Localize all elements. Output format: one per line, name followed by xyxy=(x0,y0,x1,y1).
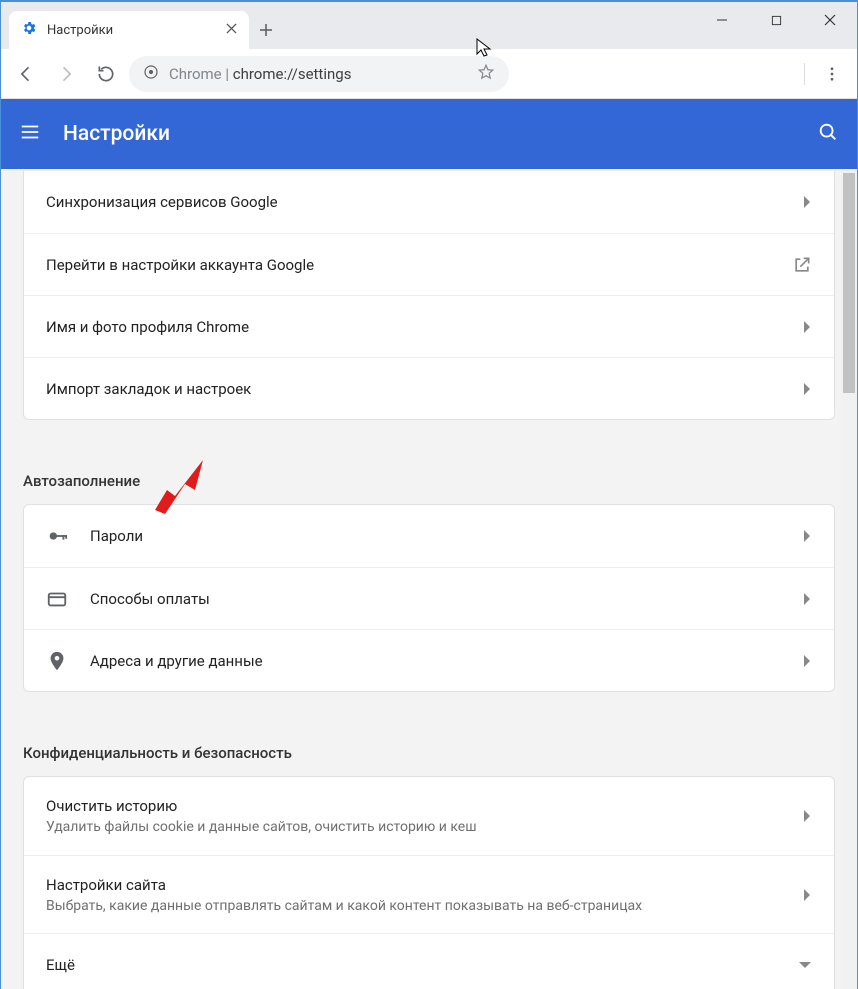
chevron-right-icon xyxy=(802,888,812,902)
key-icon xyxy=(46,525,68,547)
back-button[interactable] xyxy=(9,57,43,91)
external-link-icon xyxy=(792,255,812,275)
chevron-right-icon xyxy=(802,195,812,209)
tab-title: Настройки xyxy=(47,23,216,38)
header-title: Настройки xyxy=(63,122,795,146)
row-site-settings[interactable]: Настройки сайта Выбрать, какие данные от… xyxy=(24,855,834,933)
row-sublabel: Удалить файлы cookie и данные сайтов, оч… xyxy=(46,819,780,835)
place-icon xyxy=(46,650,68,672)
chevron-right-icon xyxy=(802,320,812,334)
reload-button[interactable] xyxy=(89,57,123,91)
row-import-bookmarks[interactable]: Импорт закладок и настроек xyxy=(24,357,834,419)
section-privacy-title: Конфиденциальность и безопасность xyxy=(11,722,847,776)
row-label: Перейти в настройки аккаунта Google xyxy=(46,256,770,274)
row-label: Очистить историю xyxy=(46,797,780,815)
chevron-right-icon xyxy=(802,382,812,396)
row-label: Настройки сайта xyxy=(46,876,780,894)
row-google-account-settings[interactable]: Перейти в настройки аккаунта Google xyxy=(24,233,834,295)
browser-toolbar: Chrome | chrome://settings xyxy=(1,49,857,99)
gear-icon xyxy=(21,20,37,40)
window-close-button[interactable] xyxy=(803,2,857,38)
row-sublabel: Выбрать, какие данные отправлять сайтам … xyxy=(46,898,780,914)
row-label: Адреса и другие данные xyxy=(90,652,780,670)
minimize-button[interactable] xyxy=(695,2,749,38)
row-sync-google[interactable]: Синхронизация сервисов Google xyxy=(24,171,834,233)
menu-button[interactable] xyxy=(815,57,849,91)
row-chrome-name-photo[interactable]: Имя и фото профиля Chrome xyxy=(24,295,834,357)
people-card: Синхронизация сервисов Google Перейти в … xyxy=(23,171,835,420)
autofill-card: Пароли Способы оплаты Адреса и другие да… xyxy=(23,504,835,692)
row-label: Пароли xyxy=(90,527,780,545)
row-label: Ещё xyxy=(46,956,776,974)
window-titlebar: Настройки xyxy=(1,2,857,49)
browser-tab[interactable]: Настройки xyxy=(9,11,249,49)
chevron-right-icon xyxy=(802,529,812,543)
settings-content: Синхронизация сервисов Google Перейти в … xyxy=(1,169,857,989)
chevron-right-icon xyxy=(802,592,812,606)
address-bar[interactable]: Chrome | chrome://settings xyxy=(129,56,509,92)
scrollbar-thumb[interactable] xyxy=(843,173,855,393)
row-clear-browsing-data[interactable]: Очистить историю Удалить файлы cookie и … xyxy=(24,777,834,855)
bookmark-star-icon[interactable] xyxy=(477,63,495,85)
maximize-button[interactable] xyxy=(749,2,803,38)
row-more[interactable]: Ещё xyxy=(24,933,834,989)
privacy-card: Очистить историю Удалить файлы cookie и … xyxy=(23,776,835,989)
new-tab-button[interactable] xyxy=(249,11,283,49)
chevron-right-icon xyxy=(802,809,812,823)
search-icon[interactable] xyxy=(817,121,839,147)
row-payment-methods[interactable]: Способы оплаты xyxy=(24,567,834,629)
hamburger-icon[interactable] xyxy=(19,121,41,147)
close-icon[interactable] xyxy=(226,23,237,38)
row-addresses[interactable]: Адреса и другие данные xyxy=(24,629,834,691)
scrollbar[interactable] xyxy=(841,169,857,989)
chrome-icon xyxy=(143,64,159,84)
omnibox-origin: Chrome xyxy=(169,65,222,83)
section-autofill-title: Автозаполнение xyxy=(11,450,847,504)
chevron-right-icon xyxy=(802,654,812,668)
chevron-down-icon xyxy=(798,960,812,970)
omnibox-path: chrome://settings xyxy=(233,65,352,83)
row-passwords[interactable]: Пароли xyxy=(24,505,834,567)
row-label: Имя и фото профиля Chrome xyxy=(46,318,780,336)
row-label: Синхронизация сервисов Google xyxy=(46,193,780,211)
forward-button[interactable] xyxy=(49,57,83,91)
settings-header: Настройки xyxy=(1,99,857,169)
row-label: Способы оплаты xyxy=(90,590,780,608)
window-controls xyxy=(695,2,857,38)
separator xyxy=(804,63,805,85)
card-icon xyxy=(46,588,68,610)
row-label: Импорт закладок и настроек xyxy=(46,380,780,398)
